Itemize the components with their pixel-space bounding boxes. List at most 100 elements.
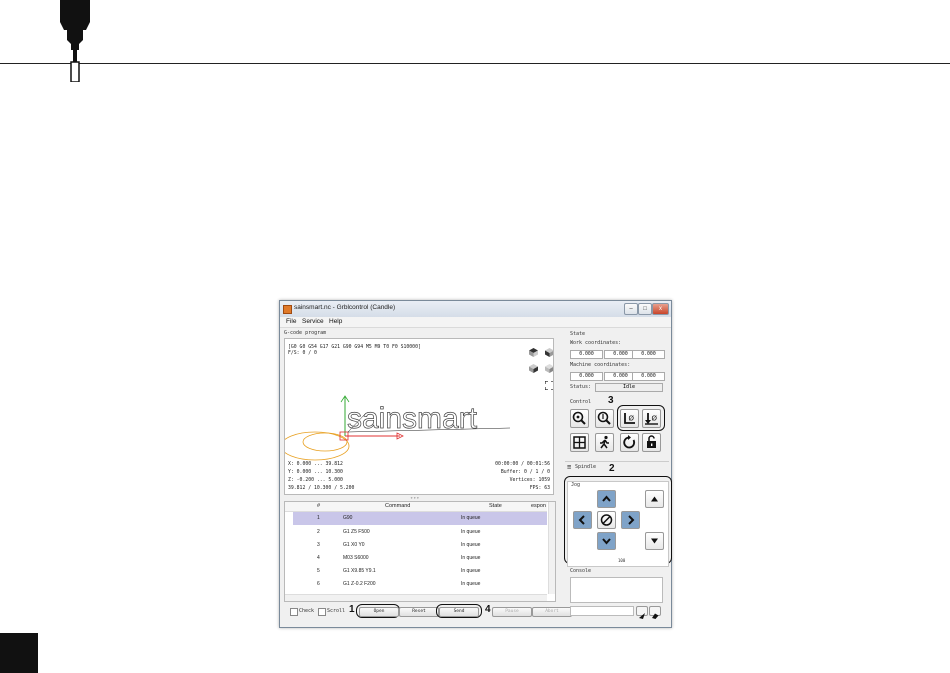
row-num: 4 [317,555,320,561]
table-row[interactable]: 2 G1 Z5 F500 In queue [293,526,547,539]
menu-service[interactable]: Service [302,318,324,325]
probe-button[interactable] [595,409,614,428]
chevron-left-icon [578,515,585,525]
restore-origin-button[interactable] [570,433,589,452]
menu-help[interactable]: Help [329,318,342,325]
jog-panel: Jog 100 [567,481,669,567]
table-row[interactable]: 3 G1 X0 Y0 In queue [293,539,547,552]
console-send-button[interactable] [636,606,648,619]
console-output[interactable] [570,577,663,603]
view-top-icon[interactable] [528,347,539,358]
title-bar[interactable]: sainsmart.nc - Grblcontrol (Candle) – □ … [280,301,671,317]
row-num: 1 [317,515,320,521]
row-command: G1 X9.85 Y9.1 [343,568,376,574]
page-corner-block [0,633,38,673]
row-state: In queue [461,581,481,587]
machine-x-field: 0.000 [570,372,603,381]
jog-z-minus-button[interactable] [645,532,664,550]
time-text: 00:00:00 / 00:01:56 [495,462,550,467]
zoom-probe-icon [597,411,611,425]
send-icon [639,613,645,619]
console-input[interactable] [570,606,634,616]
row-state: In queue [461,529,481,535]
jog-y-plus-button[interactable] [597,490,616,508]
work-x-field: 0.000 [570,350,603,359]
preview-text: sainsmart [347,402,478,435]
row-command: G1 X0 Y0 [343,542,365,548]
jog-y-minus-button[interactable] [597,532,616,550]
triangle-down-icon [651,538,658,544]
vertical-scrollbar[interactable] [548,502,555,594]
machine-z-field: 0.000 [632,372,665,381]
crosshair-icon [573,436,586,449]
soft-reset-button[interactable] [620,433,639,452]
view-iso-icon[interactable] [544,363,554,374]
send-button[interactable]: Send [439,607,479,617]
chevron-down-icon [602,538,611,545]
table-row[interactable]: 1 G90 In queue [293,512,547,525]
zoom-home-icon [572,411,586,425]
app-window: sainsmart.nc - Grblcontrol (Candle) – □ … [279,300,672,628]
check-checkbox[interactable] [290,608,298,616]
header-rule [0,63,950,64]
open-button[interactable]: Open [359,607,399,617]
row-command: M03 S6000 [343,555,369,561]
gcode-table[interactable]: # Command State espon 1 G90 In queue 2 G… [284,501,556,602]
row-num: 3 [317,542,320,548]
buffer-text: Buffer: 0 / 1 / 0 [500,470,550,475]
jog-x-plus-button[interactable] [621,511,640,529]
table-row[interactable]: 5 G1 X9.85 Y9.1 In queue [293,565,547,578]
view-left-icon[interactable] [528,363,539,374]
zero-xy-button[interactable]: Ø [620,409,639,428]
col-command: Command [385,503,411,509]
check-label: Check [299,608,315,614]
close-button[interactable]: x [652,303,669,315]
jog-z-plus-button[interactable] [645,490,664,508]
row-command: G90 [343,515,353,521]
pen-nib-icon [60,0,90,82]
vertices-text: Vertices: 1059 [509,478,550,483]
spindle-header[interactable]: ≡ Spindle [565,461,669,471]
window-title: sainsmart.nc - Grblcontrol (Candle) [294,304,396,311]
callout-4: 4 [485,604,491,615]
reset-button[interactable]: Reset [399,607,439,617]
toolpath-preview: sainsmart [285,395,511,461]
horizontal-scrollbar[interactable] [285,594,547,601]
row-command: G1 Z-0.2 F200 [343,581,376,587]
minimize-button[interactable]: – [624,303,638,315]
row-num: 2 [317,529,320,535]
control-title: Control [570,399,592,405]
jog-stop-button[interactable] [597,511,616,529]
fit-view-icon[interactable] [545,381,554,390]
status-value: Idle [595,383,663,392]
callout-3: 3 [608,395,614,406]
running-man-icon [600,435,609,449]
jog-x-minus-button[interactable] [573,511,592,529]
svg-text:Ø: Ø [652,415,658,423]
x-range-text: X: 0.000 ... 39.812 [288,462,343,467]
stop-icon [600,514,613,526]
spindle-menu-icon: ≡ [567,463,572,471]
unlock-button[interactable] [642,433,661,452]
view-front-icon[interactable] [544,347,554,358]
app-icon [283,305,292,314]
pause-button[interactable]: Pause [492,607,532,617]
col-response: espon [531,503,546,509]
console-clear-button[interactable] [649,606,661,619]
gcode-visualizer[interactable]: [G0 G0 G54 G17 G21 G90 G94 M5 M9 T0 F0 S… [284,338,554,495]
table-row[interactable]: 6 G1 Z-0.2 F200 In queue [293,578,547,591]
row-command: G1 Z5 F500 [343,529,370,535]
feed-speed-text: F/S: 0 / 0 [288,351,317,356]
fps-text: FPS: 63 [529,486,550,491]
row-state: In queue [461,555,481,561]
safe-position-button[interactable] [595,433,614,452]
machine-coords-label: Machine coordinates: [570,362,631,368]
maximize-button[interactable]: □ [638,303,652,315]
scroll-checkbox[interactable] [318,608,326,616]
home-button[interactable] [570,409,589,428]
table-row[interactable]: 4 M03 S6000 In queue [293,552,547,565]
jog-step-text: 100 [618,558,626,563]
menu-file[interactable]: File [286,318,296,325]
zero-z-button[interactable]: Ø [642,409,661,428]
abort-button[interactable]: Abort [532,607,572,617]
